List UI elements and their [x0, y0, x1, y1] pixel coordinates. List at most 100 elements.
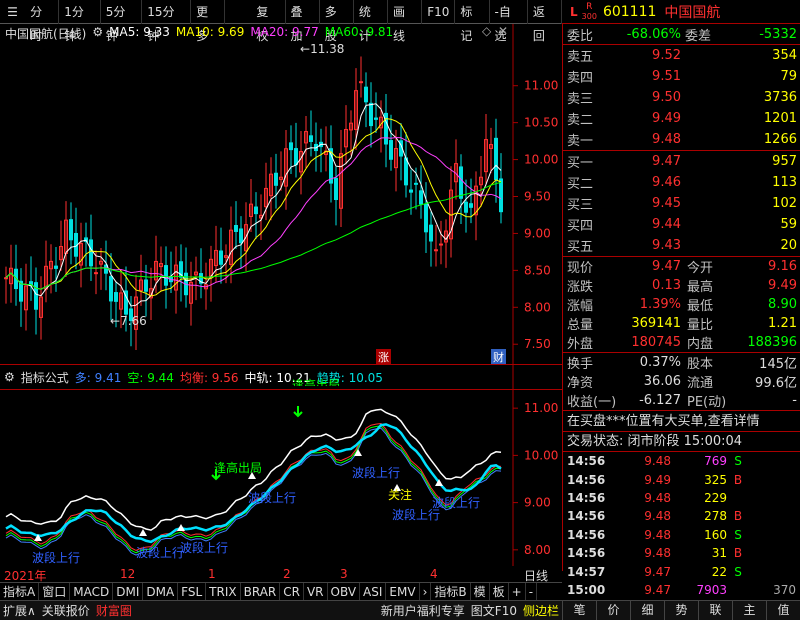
stat-key: 流通	[687, 376, 714, 391]
candle	[89, 239, 93, 267]
tab-bi[interactable]: 笔	[562, 600, 596, 620]
tab-asi[interactable]: ASI	[360, 582, 387, 601]
l-mark: L	[570, 4, 578, 19]
sell-row[interactable]: 卖一 9.48 1266	[563, 129, 800, 150]
biaoji-button[interactable]: 标记	[455, 0, 490, 43]
tab-zhi[interactable]: 值	[766, 600, 800, 620]
sell-row[interactable]: 卖三 9.50 3736	[563, 87, 800, 108]
scroll-right-icon[interactable]: ›	[420, 582, 432, 601]
time-label: 4	[430, 567, 438, 581]
order-volume: 1201	[763, 111, 797, 126]
menu-icon[interactable]: ☰	[0, 0, 25, 24]
ticker-text[interactable]: 新用户福利专享	[378, 602, 468, 619]
zixuan-button[interactable]: -自选	[490, 0, 528, 43]
tab-obv[interactable]: OBV	[328, 582, 361, 601]
tab-xi[interactable]: 细	[630, 600, 664, 620]
order-price: 9.45	[652, 196, 681, 211]
buy-row[interactable]: 买一 9.47 957	[563, 151, 800, 172]
chart-area[interactable]: 11.00 10.50 10.00 9.50 9.00 8.50 8.00 7.50 11.0…	[0, 24, 562, 566]
tick-row: 14:56 9.49 325 B	[563, 470, 800, 488]
duogu-button[interactable]: 多股	[320, 0, 354, 43]
zoom-in-button[interactable]: +	[509, 582, 526, 601]
zhang-badge[interactable]: 涨	[376, 349, 391, 365]
tab-5min[interactable]: 5分钟	[101, 0, 143, 43]
tick-time: 15:00	[567, 582, 606, 597]
sell-row[interactable]: 卖五 9.52 354	[563, 45, 800, 66]
tab-mo[interactable]: 模	[471, 582, 490, 601]
y-tick-label: 9.00	[524, 496, 551, 510]
buy-row[interactable]: 买二 9.46 113	[563, 172, 800, 193]
tab-dma[interactable]: DMA	[143, 582, 179, 601]
zoom-out-button[interactable]: -	[526, 582, 538, 601]
order-volume: 1266	[763, 132, 797, 147]
tongji-button[interactable]: 统计	[354, 0, 389, 43]
tab-fenshi[interactable]: 分时	[25, 0, 60, 43]
settings-icon[interactable]: ⚙	[4, 370, 15, 384]
tab-trix[interactable]: TRIX	[206, 582, 241, 601]
tick-time: 14:56	[567, 546, 606, 561]
tab-emv[interactable]: EMV	[386, 582, 420, 601]
stat-row: 现价 9.47 今开 9.16	[563, 257, 800, 276]
y-tick-label: 8.00	[524, 543, 551, 557]
related-quote-button[interactable]: 关联报价	[39, 602, 93, 619]
f10-chart-button[interactable]: 图文F10	[468, 602, 520, 619]
duo-label: 多: 9.41	[74, 370, 122, 385]
time-axis: 2021年 12 1 2 3 4 日线	[0, 566, 562, 583]
kline-chart[interactable]: 11.00 10.50 10.00 9.50 9.00 8.50 8.00 7.50 11.0…	[0, 24, 562, 566]
y-tick-label: 10.50	[524, 116, 558, 130]
tab-zhu[interactable]: 主	[732, 600, 766, 620]
tick-list[interactable]: 14:56 9.48 769 S 14:56 9.49 325 B 14:56 9.48 229 14…	[563, 451, 800, 599]
tab-cr[interactable]: CR	[280, 582, 304, 601]
y-tick-label: 10.00	[524, 153, 558, 167]
settings-icon[interactable]: ⚙	[92, 25, 103, 42]
buy-row[interactable]: 买三 9.45 102	[563, 193, 800, 214]
indicator-title: 指标公式	[20, 370, 69, 385]
sell-row[interactable]: 卖二 9.49 1201	[563, 108, 800, 129]
tick-direction: B	[733, 546, 743, 561]
stat-value: 180745	[631, 335, 681, 350]
order-volume: 957	[772, 154, 797, 169]
tab-shi[interactable]: 势	[664, 600, 698, 620]
tab-vr[interactable]: VR	[304, 582, 328, 601]
tab-lian[interactable]: 联	[698, 600, 732, 620]
diejia-button[interactable]: 叠加	[286, 0, 320, 43]
close-icon[interactable]: ✕	[498, 24, 508, 38]
wealth-circle-button[interactable]: 财富圈	[93, 602, 135, 619]
notice-link[interactable]: 在买盘***位置有大买单,查看详情	[563, 410, 800, 431]
candle	[434, 249, 438, 252]
tab-jia[interactable]: 价	[596, 600, 630, 620]
sidebar-button[interactable]: 侧边栏	[520, 602, 562, 619]
tab-macd[interactable]: MACD	[70, 582, 114, 601]
fuquan-button[interactable]: 复权	[251, 0, 286, 43]
tab-brar[interactable]: BRAR	[241, 582, 281, 601]
tab-dmi[interactable]: DMI	[113, 582, 144, 601]
candle	[254, 206, 258, 215]
tab-1min[interactable]: 1分钟	[59, 0, 101, 43]
diamond-icon[interactable]: ◇	[482, 24, 491, 38]
tab-15min[interactable]: 15分钟	[142, 0, 192, 43]
order-price: 9.49	[652, 111, 681, 126]
candle	[359, 81, 363, 84]
f10-button[interactable]: F10	[422, 0, 456, 24]
back-button[interactable]: 返回	[528, 0, 563, 43]
tab-ban[interactable]: 板	[490, 582, 509, 601]
indicator-tabs: 指标A 窗口 MACD DMI DMA FSL TRIX BRAR CR VR …	[0, 582, 562, 601]
buy-row[interactable]: 买四 9.44 59	[563, 214, 800, 235]
stat-value: 1.39%	[639, 297, 681, 312]
sell-row[interactable]: 卖四 9.51 79	[563, 66, 800, 87]
signal-label: 逢高出局	[292, 378, 341, 386]
y-tick-label: 11.00	[524, 79, 558, 93]
tab-window[interactable]: 窗口	[39, 582, 71, 601]
signal-label: 波段上行	[136, 546, 185, 560]
huaxian-button[interactable]: 画线	[388, 0, 423, 43]
tick-row: 14:56 9.48 229	[563, 489, 800, 507]
tab-more[interactable]: 更多	[191, 0, 226, 43]
cai-badge[interactable]: 财	[491, 349, 506, 365]
expand-button[interactable]: 扩展∧	[0, 602, 39, 619]
tick-time: 14:57	[567, 564, 606, 579]
buy-row[interactable]: 买五 9.43 20	[563, 235, 800, 256]
candle	[414, 182, 418, 185]
tab-fsl[interactable]: FSL	[178, 582, 207, 601]
tab-indicator-a[interactable]: 指标A	[0, 582, 40, 601]
tab-indicator-b[interactable]: 指标B	[431, 582, 471, 601]
